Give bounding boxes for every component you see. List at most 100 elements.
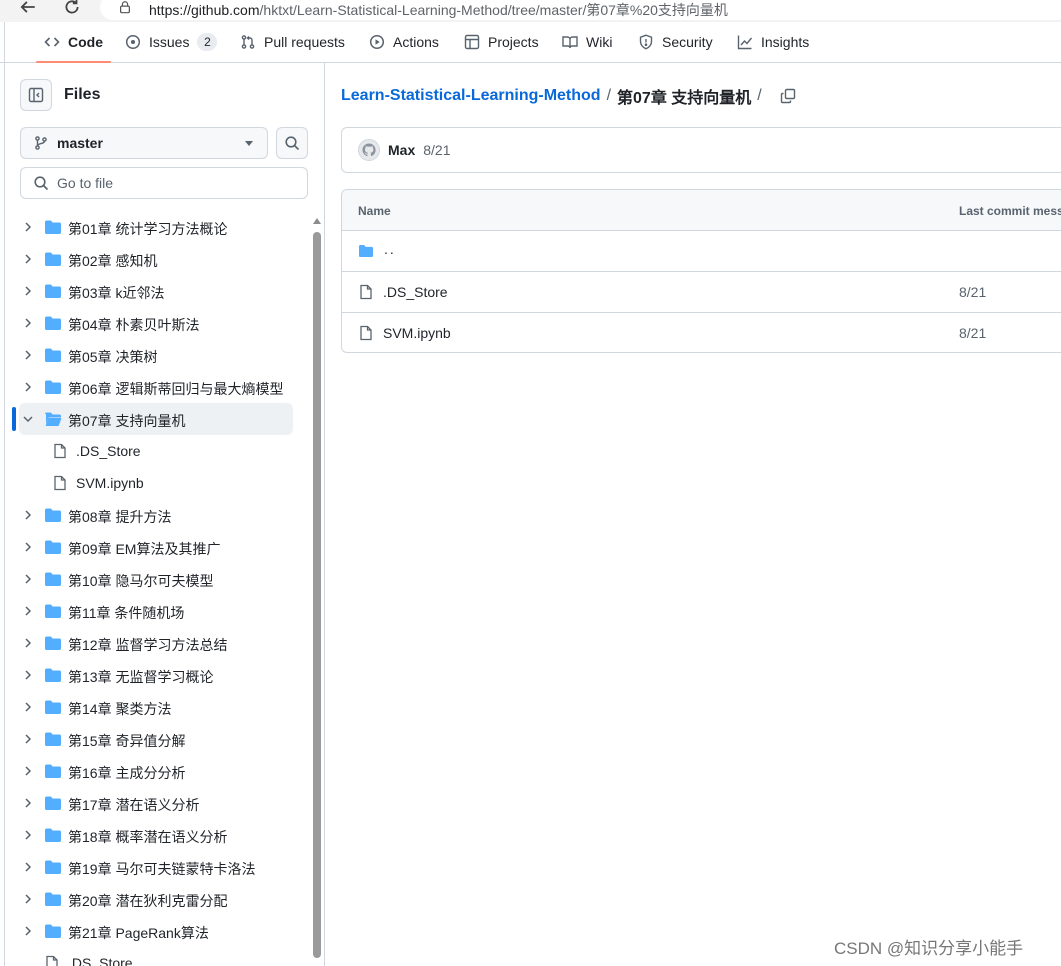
tree-item-folder[interactable]: 第01章 统计学习方法概论 (5, 211, 305, 243)
lock-icon (120, 1, 130, 14)
tree-item-folder[interactable]: 第12章 监督学习方法总结 (5, 627, 305, 659)
tab-issues[interactable]: Issues 2 (125, 22, 218, 62)
chevron-right-icon[interactable] (22, 317, 34, 329)
chevron-down-icon[interactable] (22, 413, 34, 425)
sidebar-scrollbar[interactable] (312, 218, 322, 966)
reload-icon[interactable] (60, 0, 84, 18)
tab-label: Projects (488, 34, 539, 50)
tree-item-folder[interactable]: 第19章 马尔可夫链蒙特卡洛法 (5, 851, 305, 883)
chevron-right-icon[interactable] (22, 573, 34, 585)
file-icon (54, 475, 66, 491)
tree-item-folder[interactable]: 第18章 概率潜在语义分析 (5, 819, 305, 851)
tree-item-folder[interactable]: 第04章 朴素贝叶斯法 (5, 307, 305, 339)
tree-item-folder[interactable]: 第11章 条件随机场 (5, 595, 305, 627)
folder-icon (45, 764, 61, 778)
folder-icon (45, 828, 61, 842)
parent-directory-row[interactable]: .. (342, 231, 1061, 272)
tree-item-folder[interactable]: 第09章 EM算法及其推广 (5, 531, 305, 563)
go-to-file-placeholder: Go to file (57, 175, 114, 191)
branch-name: master (57, 135, 103, 151)
chevron-right-icon[interactable] (22, 637, 34, 649)
chevron-right-icon[interactable] (22, 797, 34, 809)
tree-item-label: 第20章 潜在狄利克雷分配 (68, 893, 228, 909)
tree-item-folder[interactable]: 第17章 潜在语义分析 (5, 787, 305, 819)
chevron-right-icon[interactable] (22, 349, 34, 361)
chevron-right-icon[interactable] (22, 861, 34, 873)
chevron-right-icon[interactable] (22, 829, 34, 841)
search-icon (285, 136, 300, 151)
folder-icon (45, 316, 61, 330)
tab-insights[interactable]: Insights (737, 22, 809, 62)
scroll-thumb[interactable] (313, 232, 321, 958)
chevron-right-icon[interactable] (22, 381, 34, 393)
tree-item-label: 第11章 条件随机场 (68, 605, 185, 621)
url-text[interactable]: https://github.com/hktxt/Learn-Statistic… (149, 0, 728, 20)
scroll-up-arrow-icon[interactable] (313, 218, 321, 224)
chevron-right-icon[interactable] (22, 221, 34, 233)
tree-item-folder[interactable]: 第10章 隐马尔可夫模型 (5, 563, 305, 595)
table-row[interactable]: SVM.ipynb 8/21 (342, 313, 1061, 352)
tab-wiki[interactable]: Wiki (562, 22, 612, 62)
tree-item-file[interactable]: .DS_Store (5, 947, 305, 966)
tree-item-file[interactable]: SVM.ipynb (5, 467, 305, 499)
chevron-right-icon[interactable] (22, 925, 34, 937)
file-name-link[interactable]: SVM.ipynb (383, 325, 451, 341)
tree-item-label: .DS_Store (68, 955, 133, 966)
tree-item-label: 第17章 潜在语义分析 (68, 797, 200, 813)
breadcrumb-current-folder: 第07章 支持向量机 (617, 90, 752, 107)
breadcrumb-repo-link[interactable]: Learn-Statistical-Learning-Method (341, 87, 601, 105)
url-path: /hktxt/Learn-Statistical-Learning-Method… (259, 2, 728, 18)
tab-code[interactable]: Code (36, 22, 111, 63)
file-name-link[interactable]: .DS_Store (383, 284, 448, 300)
tree-item-label: 第07章 支持向量机 (68, 413, 186, 429)
tree-item-folder[interactable]: 第14章 聚类方法 (5, 691, 305, 723)
tree-item-folder[interactable]: 第13章 无监督学习概论 (5, 659, 305, 691)
tree-item-label: 第10章 隐马尔可夫模型 (68, 573, 214, 589)
avatar[interactable] (358, 139, 380, 161)
watermark-text: CSDN @知识分享小能手 (834, 939, 1024, 958)
tab-actions[interactable]: Actions (369, 22, 439, 62)
folder-icon (45, 572, 61, 586)
tab-pull-requests[interactable]: Pull requests (240, 22, 345, 62)
folder-icon (45, 668, 61, 682)
copy-icon[interactable] (780, 88, 796, 104)
tab-security[interactable]: Security (638, 22, 713, 62)
tree-item-folder[interactable]: 第06章 逻辑斯蒂回归与最大熵模型 (5, 371, 305, 403)
tree-item-folder[interactable]: 第21章 PageRank算法 (5, 915, 305, 947)
tree-item-folder[interactable]: 第20章 潜在狄利克雷分配 (5, 883, 305, 915)
chevron-right-icon[interactable] (22, 541, 34, 553)
issues-counter: 2 (197, 33, 218, 51)
back-arrow-icon[interactable] (16, 0, 40, 18)
tree-item-folder[interactable]: 第03章 k近邻法 (5, 275, 305, 307)
chevron-right-icon[interactable] (22, 253, 34, 265)
search-button[interactable] (276, 127, 308, 159)
chevron-right-icon[interactable] (22, 285, 34, 297)
branch-selector[interactable]: master (20, 127, 268, 159)
parent-directory-link[interactable]: .. (384, 241, 396, 257)
tree-item-folder[interactable]: 第02章 感知机 (5, 243, 305, 275)
tree-item-folder[interactable]: 第07章 支持向量机 (19, 403, 293, 435)
collapse-sidebar-button[interactable] (20, 79, 52, 111)
tree-item-label: 第14章 聚类方法 (68, 701, 172, 717)
go-to-file-input[interactable]: Go to file (20, 167, 308, 199)
chevron-right-icon[interactable] (22, 669, 34, 681)
tab-projects[interactable]: Projects (464, 22, 539, 62)
chevron-right-icon[interactable] (22, 605, 34, 617)
tree-item-folder[interactable]: 第08章 提升方法 (5, 499, 305, 531)
folder-icon (45, 284, 61, 298)
tree-item-folder[interactable]: 第15章 奇异值分解 (5, 723, 305, 755)
chevron-right-icon[interactable] (22, 765, 34, 777)
file-icon (46, 955, 58, 966)
tree-item-file[interactable]: .DS_Store (5, 435, 305, 467)
chevron-right-icon[interactable] (22, 509, 34, 521)
tree-item-folder[interactable]: 第05章 决策树 (5, 339, 305, 371)
code-icon (44, 37, 60, 47)
tree-item-folder[interactable]: 第16章 主成分分析 (5, 755, 305, 787)
chevron-right-icon[interactable] (22, 733, 34, 745)
file-icon (360, 325, 372, 341)
commit-author[interactable]: Max (388, 142, 415, 158)
chevron-right-icon[interactable] (22, 893, 34, 905)
chevron-right-icon[interactable] (22, 701, 34, 713)
table-header: Name Last commit messa (342, 190, 1061, 231)
table-row[interactable]: .DS_Store 8/21 (342, 272, 1061, 313)
